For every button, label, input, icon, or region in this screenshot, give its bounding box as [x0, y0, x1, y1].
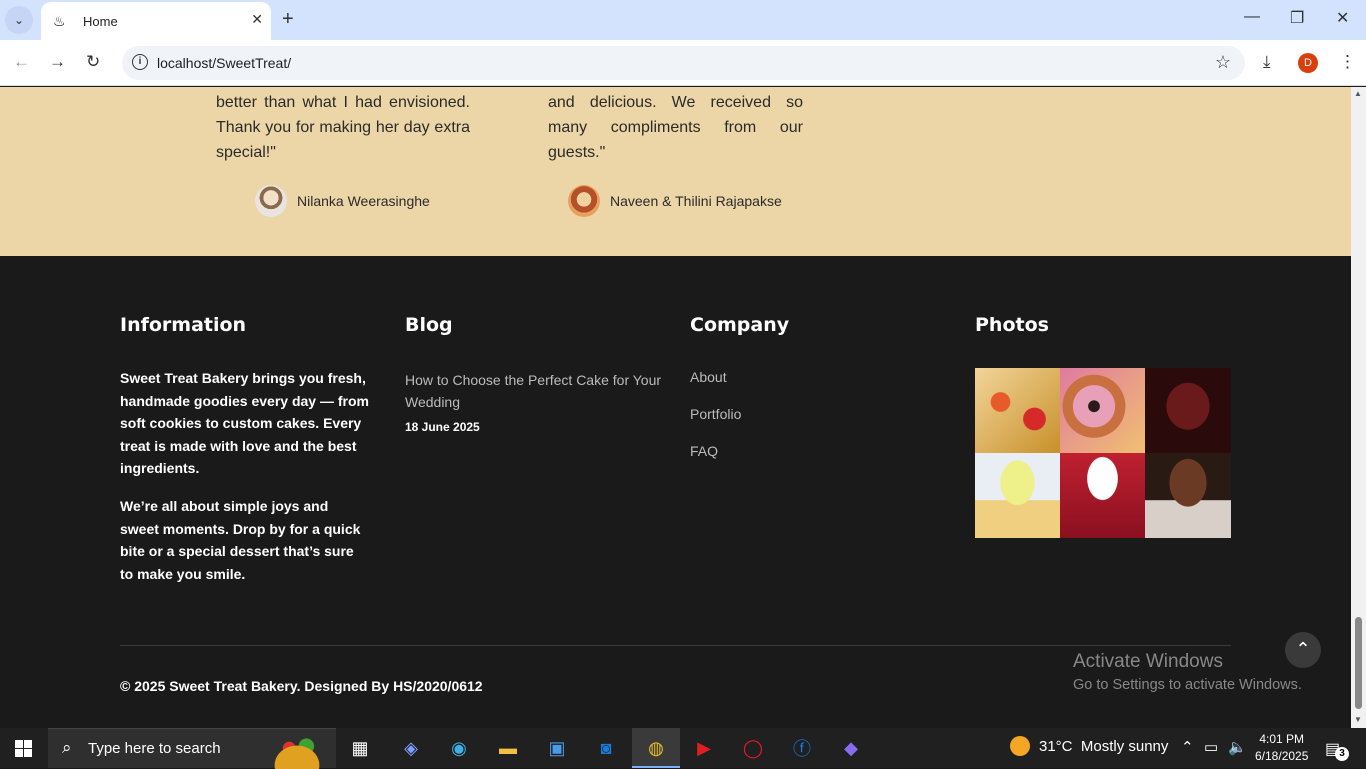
information-para: Sweet Treat Bakery brings you fresh, han… [120, 370, 369, 476]
copyright-text: © 2025 Sweet Treat Bakery. Designed By H… [120, 678, 483, 694]
faq-link[interactable]: FAQ [690, 443, 718, 459]
microsoft-365-icon[interactable]: ◆ [836, 733, 866, 763]
new-tab-button[interactable]: + [282, 8, 294, 31]
chevron-up-icon[interactable]: ⌃ [1181, 738, 1194, 756]
battery-icon[interactable]: ▭ [1204, 738, 1218, 756]
testimonial-text: and delicious. We received so many compl… [548, 94, 803, 161]
minimize-button[interactable]: — [1244, 8, 1260, 26]
blog-heading: Blog [405, 314, 453, 336]
testimonials-section: better than what I had envisioned. Thank… [0, 87, 1351, 256]
taskbar-clock[interactable]: 4:01 PM 6/18/2025 [1255, 731, 1308, 765]
avatar [568, 185, 600, 217]
close-window-button[interactable]: ✕ [1336, 8, 1349, 28]
sun-icon [1010, 736, 1030, 756]
weather-widget[interactable]: 31°C Mostly sunny [1010, 736, 1168, 756]
microsoft-store-icon[interactable]: ▣ [542, 733, 572, 763]
notification-count: 3 [1335, 747, 1349, 761]
information-heading: Information [120, 314, 247, 336]
browser-tab-strip: ⌄ ♨ Home ✕ + — ❐ ✕ [0, 0, 1366, 40]
opera-icon[interactable]: ◯ [738, 733, 768, 763]
close-tab-icon[interactable]: ✕ [251, 11, 263, 28]
forward-button[interactable]: → [49, 52, 66, 72]
blog-post-date: 18 June 2025 [405, 420, 480, 434]
file-explorer-icon[interactable]: ▬ [493, 733, 523, 763]
outlook-icon[interactable]: ◙ [591, 733, 621, 763]
avatar [255, 185, 287, 217]
restore-button[interactable]: ❐ [1290, 8, 1304, 28]
portfolio-link[interactable]: Portfolio [690, 406, 741, 422]
reload-button[interactable]: ↻ [86, 52, 100, 72]
photo-fruit-tarts[interactable] [975, 368, 1060, 453]
notification-center-icon[interactable]: ▤ 3 [1325, 739, 1349, 761]
copilot-icon[interactable]: ◈ [396, 733, 426, 763]
edge-icon[interactable]: ◉ [444, 733, 474, 763]
testimonial-text: better than what I had envisioned. Thank… [216, 94, 470, 161]
search-placeholder[interactable]: Type here to search [88, 740, 221, 757]
scroll-down-arrow-icon[interactable]: ▼ [1354, 715, 1362, 724]
author-name: Nilanka Weerasinghe [297, 193, 430, 209]
profile-avatar[interactable]: D [1298, 53, 1318, 73]
scrollbar-thumb[interactable] [1355, 617, 1362, 709]
download-icon[interactable]: ⤓ [1263, 52, 1271, 72]
footer-divider [120, 645, 1231, 646]
bookmark-star-icon[interactable]: ☆ [1215, 52, 1231, 73]
cake-favicon-icon: ♨ [53, 13, 66, 29]
company-heading: Company [690, 314, 790, 336]
back-to-top-button[interactable]: ⌃ [1285, 632, 1321, 668]
menu-kebab-icon[interactable]: ⋮ [1339, 52, 1356, 72]
weather-temp: 31°C [1039, 737, 1073, 755]
taskbar-search-box[interactable]: ⌕ Type here to search [48, 728, 336, 769]
search-icon: ⌕ [62, 738, 72, 757]
photo-chocolate-cake[interactable] [1145, 368, 1231, 453]
photo-red-velvet-cupcake[interactable] [1060, 453, 1145, 538]
activate-windows-title: Activate Windows [1073, 651, 1223, 672]
search-highlight-image [258, 731, 336, 769]
blog-post-link[interactable]: How to Choose the Perfect Cake for Your … [405, 369, 667, 413]
address-bar[interactable]: i localhost/SweetTreat/ ☆ [122, 46, 1245, 80]
about-link[interactable]: About [690, 369, 727, 385]
clock-time: 4:01 PM [1259, 732, 1305, 746]
task-view-icon[interactable]: ▦ [345, 733, 375, 763]
chrome-icon[interactable]: ◍ [641, 733, 671, 763]
photos-heading: Photos [975, 314, 1049, 336]
windows-start-icon[interactable] [15, 740, 32, 757]
photo-vanilla-cupcake[interactable] [975, 453, 1060, 538]
clock-date: 6/18/2025 [1255, 749, 1309, 763]
photo-chocolate-cupcake[interactable] [1145, 453, 1231, 538]
author-name: Naveen & Thilini Rajapakse [610, 193, 782, 209]
windows-taskbar: ⌕ Type here to search ▦ ◈ ◉ ▬ ▣ ◙ ◍ ▶ ◯ … [0, 728, 1366, 769]
information-para: We’re all about simple joys and sweet mo… [120, 498, 361, 582]
photo-donuts[interactable] [1060, 368, 1145, 453]
facebook-icon[interactable]: ⓕ [787, 733, 817, 763]
url-text[interactable]: localhost/SweetTreat/ [157, 55, 291, 71]
page-scrollbar[interactable]: ▲ ▼ [1351, 87, 1366, 728]
youtube-icon[interactable]: ▶ [689, 733, 719, 763]
back-button[interactable]: ← [13, 52, 30, 72]
site-info-icon[interactable]: i [132, 54, 148, 70]
volume-icon[interactable]: 🔈 [1228, 738, 1247, 756]
activate-windows-subtitle: Go to Settings to activate Windows. [1073, 677, 1302, 693]
page-viewport: better than what I had envisioned. Thank… [0, 87, 1351, 728]
tab-title: Home [83, 13, 118, 29]
weather-description: Mostly sunny [1080, 737, 1169, 755]
scroll-up-arrow-icon[interactable]: ▲ [1354, 89, 1362, 98]
photo-gallery [975, 368, 1231, 538]
browser-tab-home[interactable]: ♨ Home ✕ [41, 2, 271, 40]
testimonial-author: Nilanka Weerasinghe [255, 185, 430, 217]
chevron-up-icon: ⌃ [1295, 639, 1311, 659]
tab-search-button[interactable]: ⌄ [5, 6, 33, 34]
testimonial-author: Naveen & Thilini Rajapakse [568, 185, 782, 217]
browser-toolbar: ← → ↻ i localhost/SweetTreat/ ☆ ⤓ D ⋮ [0, 40, 1366, 86]
